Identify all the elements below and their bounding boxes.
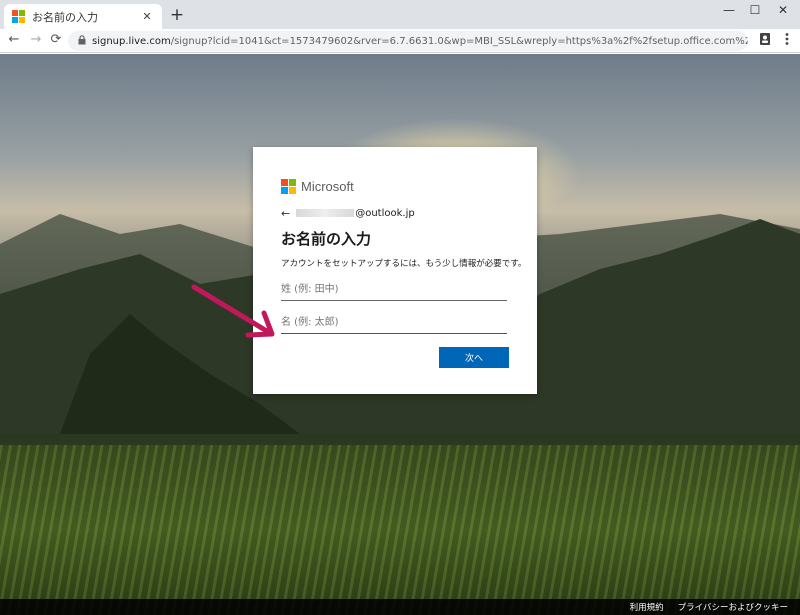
brand-name: Microsoft [301,178,354,194]
brand: Microsoft [281,177,509,195]
new-tab-button[interactable]: + [168,6,186,24]
url-host: signup.live.com [92,35,171,47]
annotation-arrow-icon [191,284,275,338]
address-bar[interactable]: signup.live.com/signup?lcid=1041&ct=1573… [68,31,748,51]
url-text: signup.live.com/signup?lcid=1041&ct=1573… [92,36,748,47]
page-title: お名前の入力 [281,230,372,248]
privacy-link[interactable]: プライバシーおよびクッキー [678,601,788,613]
description-text: アカウントをセットアップするには、もう少し情報が必要です。 [281,259,527,269]
reload-button[interactable]: ⟳ [48,31,64,49]
first-name-field[interactable] [281,312,507,334]
last-name-field[interactable] [281,279,507,301]
tab-strip: お名前の入力 ✕ + — ☐ ✕ [0,0,800,29]
menu-icon[interactable] [779,32,795,50]
url-path: /signup?lcid=1041&ct=1573479602&rver=6.7… [170,35,748,47]
browser-toolbar: ← → ⟳ signup.live.com/signup?lcid=1041&c… [0,29,800,53]
maximize-button[interactable]: ☐ [740,3,770,17]
tab-title: お名前の入力 [32,10,98,24]
terms-link[interactable]: 利用規約 [630,601,664,613]
next-button[interactable]: 次へ [439,347,509,368]
microsoft-logo-icon [12,10,25,23]
microsoft-logo-icon [281,178,296,194]
forward-button[interactable]: → [28,31,44,49]
signup-card: Microsoft ← @outlook.jp お名前の入力 アカウントをセット… [253,147,537,394]
lock-icon [78,34,86,48]
back-button[interactable]: ← [6,31,22,49]
identity-banner: ← @outlook.jp [281,205,509,221]
account-icon[interactable] [757,32,773,50]
masked-email [296,209,355,217]
page-footer: 利用規約 プライバシーおよびクッキー [0,599,800,615]
browser-tab[interactable]: お名前の入力 ✕ [4,4,162,29]
email-domain: @outlook.jp [355,207,415,219]
grass-foreground [0,445,800,615]
close-window-button[interactable]: ✕ [768,3,798,17]
back-arrow-icon[interactable]: ← [281,207,290,220]
tab-close-icon[interactable]: ✕ [140,10,154,23]
